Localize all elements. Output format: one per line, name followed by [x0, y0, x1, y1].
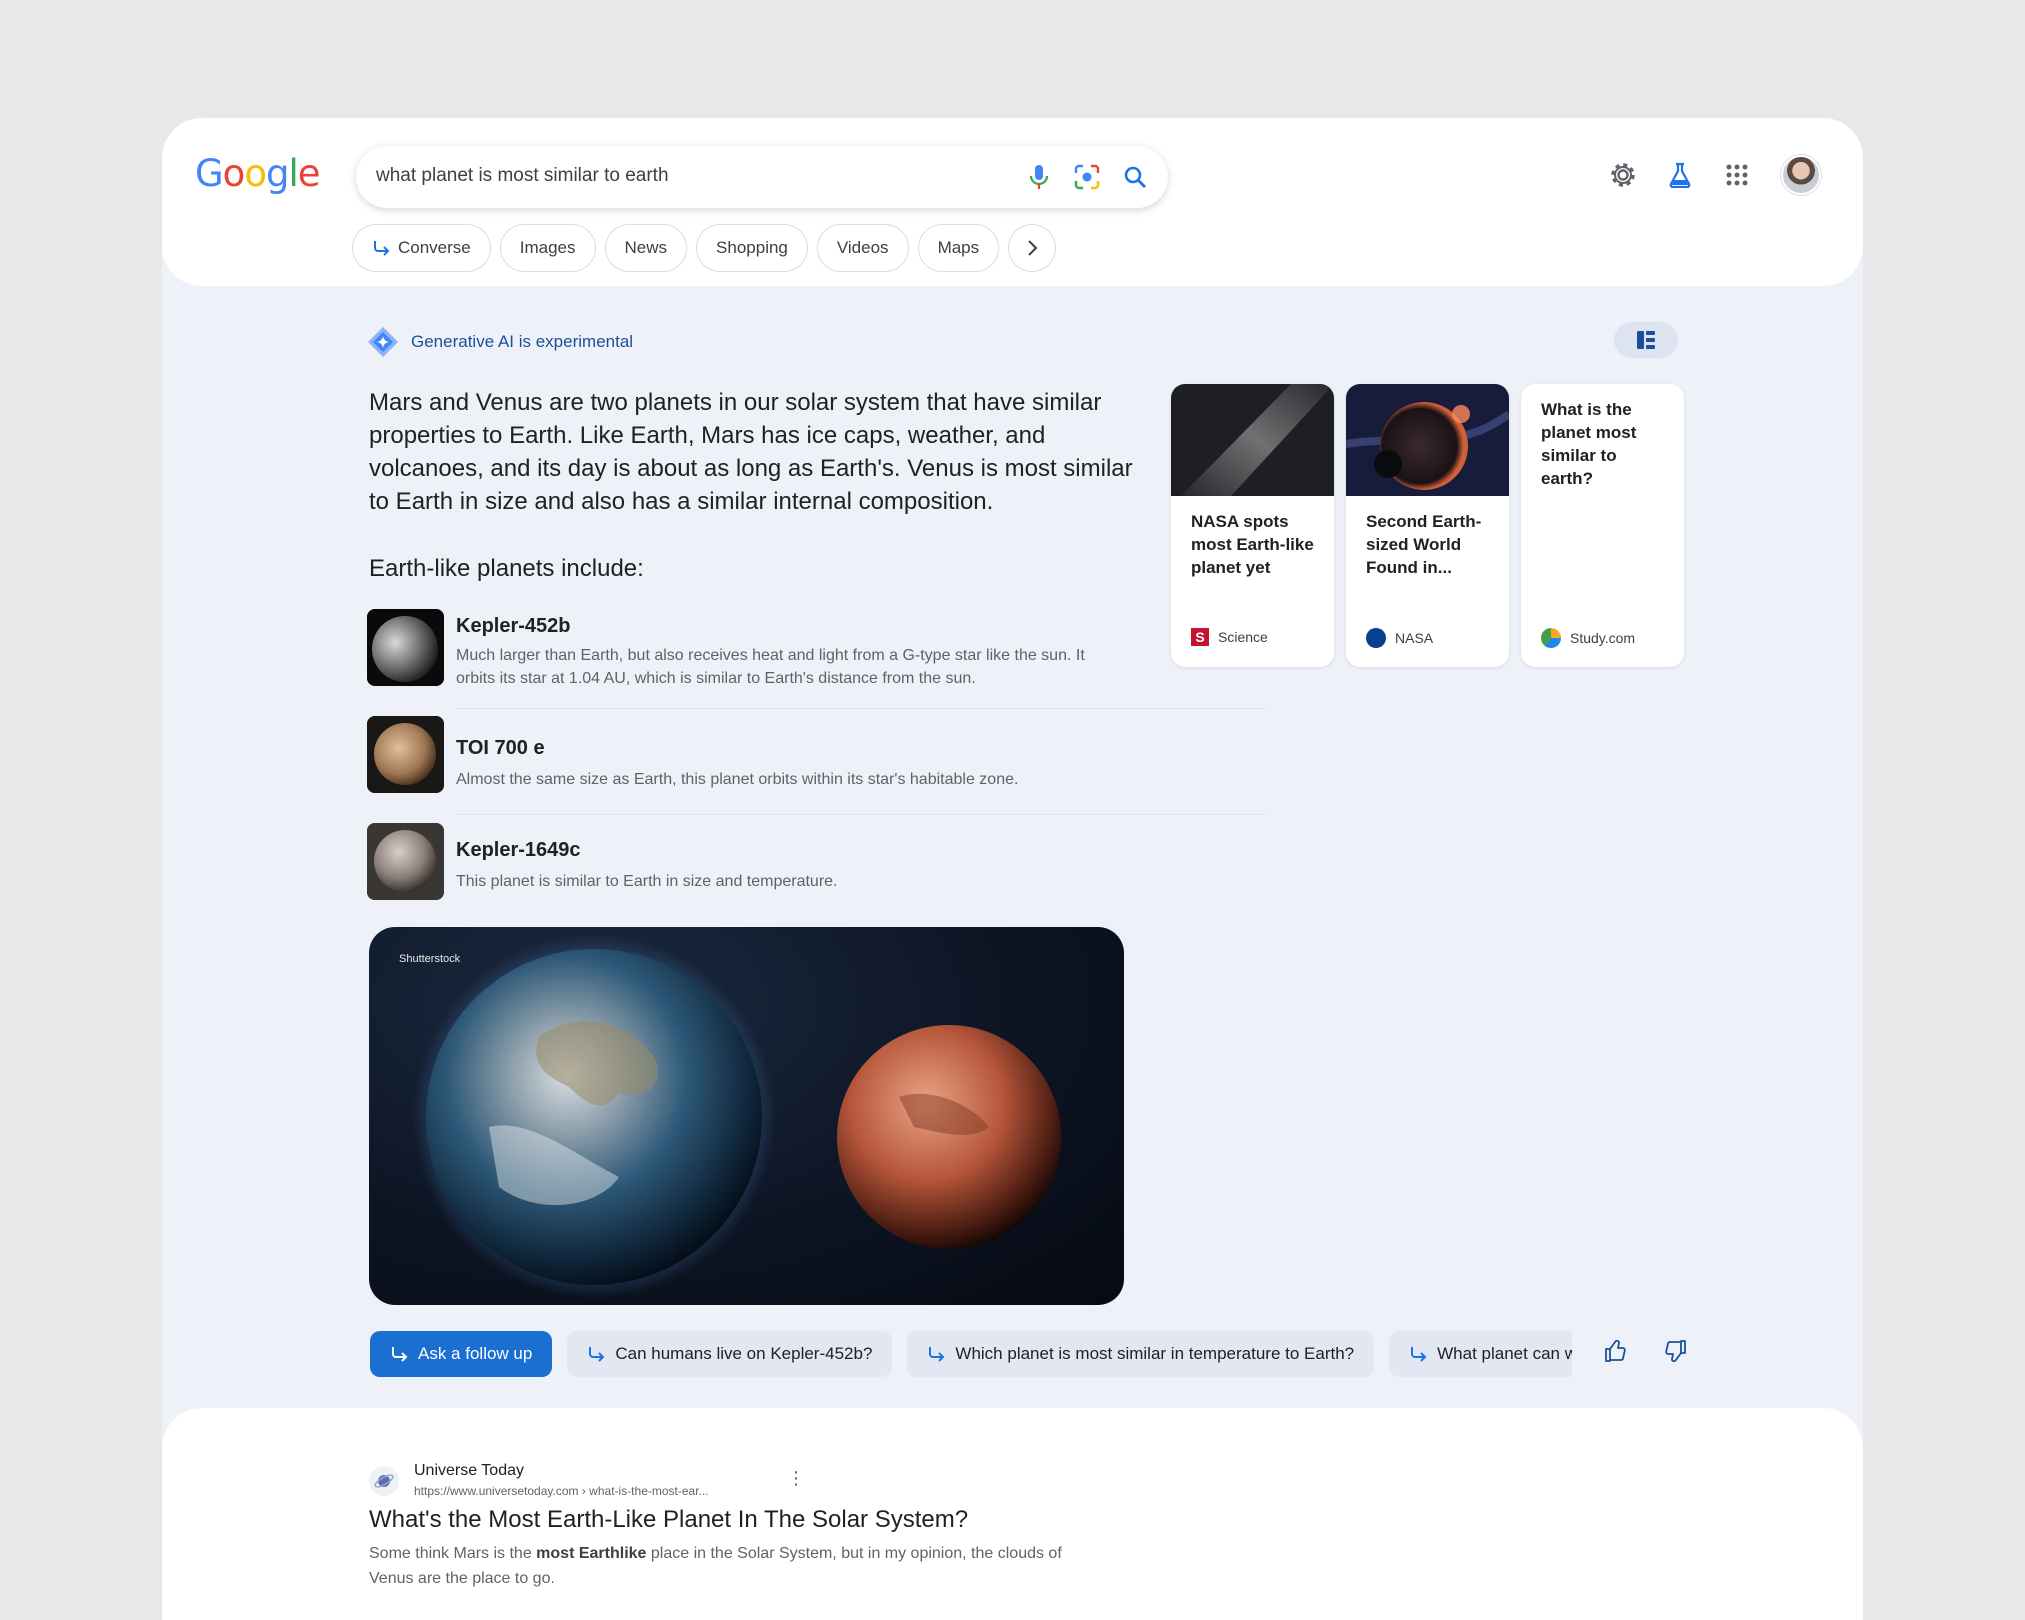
source-card-site: Study.com	[1541, 628, 1635, 648]
ask-follow-up-button[interactable]: Ask a follow up	[370, 1331, 553, 1377]
tab-videos[interactable]: Videos	[816, 224, 909, 272]
thumbs-down-button[interactable]	[1655, 1331, 1695, 1371]
apps-grid-icon[interactable]	[1720, 158, 1754, 192]
planet-thumbnail	[367, 716, 444, 793]
tab-maps[interactable]: Maps	[917, 224, 1000, 272]
planet-name: Kepler-452b	[456, 615, 571, 637]
planet-description: Much larger than Earth, but also receive…	[456, 647, 1085, 687]
earth-mars-image[interactable]: Shutterstock	[369, 927, 1124, 1305]
tab-images[interactable]: Images	[499, 224, 596, 272]
avatar[interactable]	[1781, 155, 1821, 195]
nasa-logo-icon	[1366, 628, 1386, 648]
thumbs-up-icon	[1605, 1339, 1626, 1362]
universe-today-logo-icon	[374, 1474, 394, 1488]
tab-shopping[interactable]: Shopping	[696, 224, 808, 272]
follow-up-arrow-icon	[929, 1347, 945, 1362]
science-logo-icon: S	[1191, 628, 1209, 646]
ai-summary: Mars and Venus are two planets in our so…	[369, 389, 1133, 515]
thumbs-down-icon	[1665, 1340, 1686, 1363]
follow-up-arrow-icon	[374, 241, 390, 256]
ai-experimental-badge: Generative AI is experimental	[367, 326, 633, 358]
divider	[456, 708, 1266, 709]
source-card[interactable]: What is the planet most similar to earth…	[1521, 384, 1684, 667]
result-more-button[interactable]: ⋮	[787, 1468, 805, 1489]
result-url[interactable]: https://www.universetoday.com › what-is-…	[414, 1484, 709, 1498]
sparkle-diamond-icon	[368, 327, 398, 357]
ai-badge-text: Generative AI is experimental	[411, 332, 634, 351]
panel-layout-icon	[1637, 331, 1655, 349]
planet-name: Kepler-1649c	[456, 839, 581, 861]
source-card-image	[1346, 384, 1509, 496]
planet-thumbnail	[367, 609, 444, 686]
tab-news[interactable]: News	[604, 224, 688, 272]
study-com-logo-icon	[1541, 628, 1561, 648]
source-card[interactable]: Second Earth-sized World Found in... NAS…	[1346, 384, 1509, 667]
follow-up-arrow-icon	[589, 1347, 605, 1362]
google-logo[interactable]: Google	[195, 152, 320, 195]
layout-toggle-button[interactable]	[1614, 322, 1678, 358]
chevron-right-icon	[1028, 240, 1038, 256]
search-header: Google what planet is most similar to ea…	[162, 118, 1863, 286]
planet-name: TOI 700 e	[456, 737, 545, 759]
labs-flask-icon[interactable]	[1663, 158, 1697, 192]
result-snippet: Some think Mars is the most Earthlike pl…	[369, 1545, 1062, 1587]
site-favicon	[369, 1466, 399, 1496]
search-icon[interactable]	[1120, 162, 1150, 192]
search-input[interactable]: what planet is most similar to earth	[376, 165, 669, 187]
search-box[interactable]: what planet is most similar to earth	[356, 146, 1168, 208]
source-card-title: What is the planet most similar to earth…	[1541, 400, 1637, 488]
planet-description: Almost the same size as Earth, this plan…	[456, 771, 1019, 788]
source-card-title: NASA spots most Earth-like planet yet	[1191, 512, 1314, 577]
follow-up-suggestion[interactable]: Can humans live on Kepler-452b?	[567, 1331, 893, 1377]
tab-converse[interactable]: Converse	[352, 224, 491, 272]
source-card-title: Second Earth-sized World Found in...	[1366, 512, 1482, 577]
planet-description: This planet is similar to Earth in size …	[456, 873, 838, 890]
divider	[456, 814, 1266, 815]
follow-up-arrow-icon	[392, 1347, 408, 1362]
source-card-site: NASA	[1366, 628, 1433, 648]
source-card-image	[1171, 384, 1334, 496]
follow-up-suggestion[interactable]: Which planet is most similar in temperat…	[907, 1331, 1375, 1377]
follow-up-arrow-icon	[1411, 1347, 1427, 1362]
result-site-name[interactable]: Universe Today	[414, 1462, 524, 1480]
result-title-link[interactable]: What's the Most Earth-Like Planet In The…	[369, 1506, 968, 1534]
source-card-site: S Science	[1191, 628, 1268, 646]
planet-thumbnail	[367, 823, 444, 900]
search-tabs: Converse Images News Shopping Videos Map…	[352, 224, 1057, 272]
lens-icon[interactable]	[1072, 162, 1102, 192]
image-credit: Shutterstock	[399, 953, 461, 965]
browser-window: Google what planet is most similar to ea…	[162, 118, 1863, 1620]
settings-icon[interactable]	[1606, 158, 1640, 192]
microphone-icon[interactable]	[1024, 162, 1054, 192]
tabs-more-button[interactable]	[1008, 224, 1057, 272]
follow-up-suggestion[interactable]: What planet can we live on besides Earth…	[1389, 1331, 1572, 1377]
follow-up-chips: Ask a follow up Can humans live on Keple…	[370, 1331, 1572, 1379]
source-card[interactable]: NASA spots most Earth-like planet yet S …	[1171, 384, 1334, 667]
earth-like-heading: Earth-like planets include:	[369, 555, 644, 582]
thumbs-up-button[interactable]	[1596, 1331, 1636, 1371]
